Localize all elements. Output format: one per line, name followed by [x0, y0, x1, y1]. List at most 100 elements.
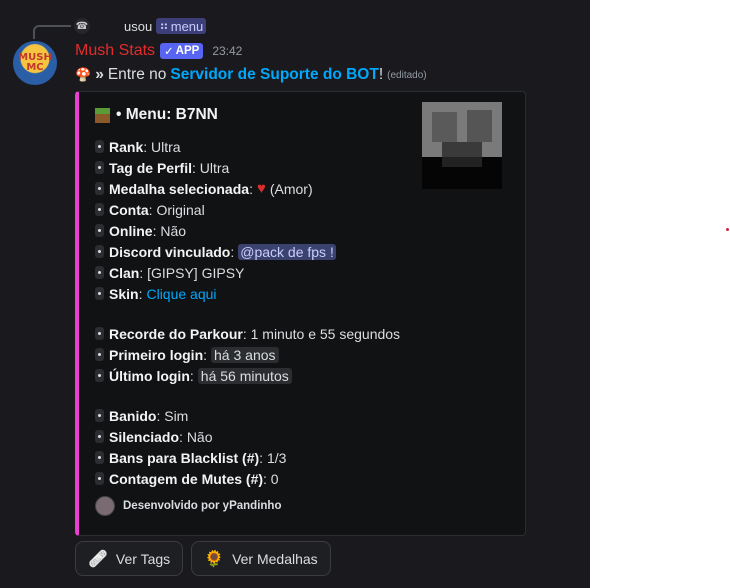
- embed-footer: Desenvolvido por yPandinho: [95, 496, 281, 516]
- field-key: Skin: [109, 285, 139, 302]
- timestamp-pill[interactable]: há 3 anos: [211, 346, 279, 363]
- message-prefix: Entre no: [107, 66, 167, 83]
- field-online: Online: Não: [95, 220, 400, 241]
- sunflower-icon: 🌻: [204, 550, 225, 568]
- ver-medalhas-label: Ver Medalhas: [232, 550, 318, 567]
- skin-thumbnail[interactable]: [422, 102, 502, 189]
- timestamp[interactable]: 23:42: [212, 44, 242, 58]
- field-account: Conta: Original: [95, 199, 400, 220]
- field-rank: Rank: Ultra: [95, 136, 400, 157]
- avatar[interactable]: MUSH MC: [13, 41, 57, 85]
- app-badge-label: APP: [175, 45, 200, 57]
- bullet-icon: [95, 327, 104, 340]
- bullet-icon: [95, 182, 104, 195]
- field-key: Medalha selecionada: [109, 180, 250, 197]
- ver-tags-button[interactable]: 🩹 Ver Tags: [75, 541, 184, 576]
- field-tag: Tag de Perfil: Ultra: [95, 157, 400, 178]
- field-value: Não: [186, 428, 213, 445]
- reply-preview[interactable]: ☎ usou ⠶ menu: [74, 16, 207, 36]
- field-value: 1 minuto e 55 segundos: [250, 325, 401, 342]
- field-key: Silenciado: [109, 428, 180, 445]
- author-name[interactable]: Mush Stats: [75, 42, 155, 60]
- edited-label: (editado): [387, 69, 427, 81]
- bullet-icon: [95, 451, 104, 464]
- user-mention[interactable]: @pack de fps !: [238, 243, 336, 260]
- bullet-icon: [95, 409, 104, 422]
- red-dot: [726, 228, 729, 231]
- field-key: Online: [109, 222, 153, 239]
- bandage-icon: 🩹: [88, 550, 108, 568]
- check-icon: ✓: [164, 46, 174, 58]
- chat-area: ☎ usou ⠶ menu MUSH MC Mush Stats ✓ APP 23…: [0, 0, 590, 588]
- field-key: Banido: [109, 407, 157, 424]
- support-server-link[interactable]: Servidor de Suporte do BOT: [170, 66, 378, 84]
- bullet-icon: [95, 161, 104, 174]
- bullet-icon: [95, 472, 104, 485]
- field-key: Contagem de Mutes (#): [109, 470, 264, 487]
- message-suffix: !: [378, 66, 384, 83]
- embed-fields: Rank: Ultra Tag de Perfil: Ultra Medalha…: [95, 136, 400, 489]
- field-key: Discord vinculado: [109, 243, 231, 260]
- embed-title-text: • Menu: B7NN: [116, 106, 218, 123]
- field-value: Não: [160, 222, 187, 239]
- app-badge: ✓ APP: [160, 43, 204, 59]
- field-value: Ultra: [151, 138, 181, 155]
- bullet-icon: [95, 245, 104, 258]
- field-value: Sim: [164, 407, 189, 424]
- ver-medalhas-button[interactable]: 🌻 Ver Medalhas: [191, 541, 331, 576]
- bullet-icon: [95, 348, 104, 361]
- message-content: 🍄 » Entre no Servidor de Suporte do BOT!…: [75, 66, 427, 84]
- ver-tags-label: Ver Tags: [115, 550, 171, 567]
- field-blacklist: Bans para Blacklist (#): 1/3: [95, 447, 400, 468]
- field-value: Original: [156, 201, 205, 218]
- bullet-icon: [95, 140, 104, 153]
- field-key: Clan: [109, 264, 140, 281]
- field-medal: Medalha selecionada: ♥ (Amor): [95, 178, 400, 199]
- field-key: Tag de Perfil: [109, 159, 192, 176]
- avatar-logo-text: MUSH MC: [18, 52, 52, 73]
- field-value: (Amor): [269, 180, 313, 197]
- field-key: Conta: [109, 201, 149, 218]
- grass-block-icon: [95, 107, 110, 123]
- developer-avatar-icon: [95, 496, 115, 516]
- field-first-login: Primeiro login: há 3 anos: [95, 344, 400, 365]
- field-skin: Skin: Clique aqui: [95, 283, 400, 304]
- bullet-icon: [95, 203, 104, 216]
- field-last-login: Último login: há 56 minutos: [95, 365, 400, 386]
- mushroom-emoji-icon: 🍄: [75, 67, 92, 82]
- skin-link[interactable]: Clique aqui: [146, 286, 216, 302]
- field-value: Ultra: [199, 159, 230, 176]
- footer-text: Desenvolvido por yPandinho: [123, 500, 282, 512]
- heart-icon: ♥: [256, 180, 266, 197]
- field-key: Rank: [109, 138, 144, 155]
- message-header: Mush Stats ✓ APP 23:42: [75, 42, 242, 60]
- field-muted: Silenciado: Não: [95, 426, 400, 447]
- field-value: [GIPSY] GIPSY: [147, 264, 245, 281]
- reply-avatar[interactable]: ☎: [74, 18, 90, 34]
- field-mutes-count: Contagem de Mutes (#): 0: [95, 468, 400, 489]
- field-key: Bans para Blacklist (#): [109, 449, 260, 466]
- field-key: Primeiro login: [109, 346, 204, 363]
- command-mention[interactable]: ⠶ menu: [156, 18, 207, 34]
- field-key: Recorde do Parkour: [109, 325, 243, 342]
- field-discord: Discord vinculado: @pack de fps !: [95, 241, 400, 262]
- field-parkour: Recorde do Parkour: 1 minuto e 55 segund…: [95, 323, 400, 344]
- reply-text: usou: [124, 18, 153, 34]
- field-banned: Banido: Sim: [95, 405, 400, 426]
- bullet-icon: [95, 430, 104, 443]
- bullet-icon: [95, 287, 104, 300]
- field-clan: Clan: [GIPSY] GIPSY: [95, 262, 400, 283]
- action-buttons: 🩹 Ver Tags 🌻 Ver Medalhas: [75, 541, 331, 576]
- bullet-icon: [95, 224, 104, 237]
- timestamp-pill[interactable]: há 56 minutos: [197, 367, 292, 384]
- field-value: 0: [270, 470, 279, 487]
- command-name: menu: [170, 18, 204, 34]
- grid-icon: ⠶: [159, 18, 169, 33]
- embed-title: • Menu: B7NN: [95, 106, 218, 124]
- stats-embed: • Menu: B7NN Rank: Ultra Tag de Perfil: …: [75, 91, 526, 536]
- bullet-icon: [95, 369, 104, 382]
- bullet-icon: [95, 266, 104, 279]
- field-value: 1/3: [266, 449, 287, 466]
